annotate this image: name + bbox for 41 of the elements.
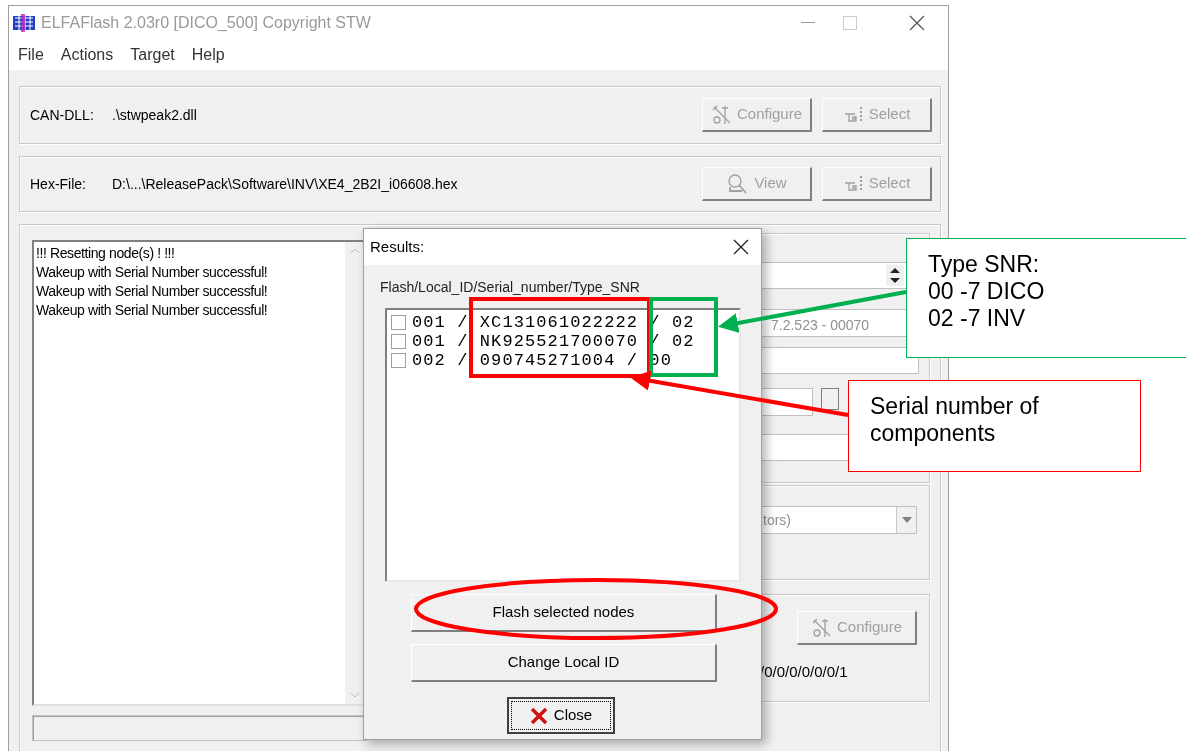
pointing-hand-icon bbox=[842, 105, 865, 124]
log-line: Wakeup with Serial Number successful! bbox=[36, 263, 269, 282]
version-text: 7.2.523 - 00070 bbox=[771, 315, 870, 335]
minimize-icon[interactable] bbox=[801, 22, 815, 25]
dialog-button[interactable]: Flash selected nodes bbox=[411, 594, 717, 632]
address-text: /0/0/0/0/0/0/1 bbox=[760, 662, 849, 682]
menu-item[interactable]: Help bbox=[191, 43, 225, 68]
list-header: Flash/Local_ID/Serial_number/Type_SNR bbox=[380, 278, 641, 297]
scroll-down-icon[interactable] bbox=[350, 692, 360, 698]
tools-icon bbox=[810, 616, 833, 639]
close-button[interactable]: Close bbox=[507, 697, 615, 734]
window-title: ELFAFlash 2.03r0 [DICO_500] Copyright STW bbox=[41, 13, 371, 34]
log-line: !!! Resetting node(s) ! !!! bbox=[36, 244, 176, 263]
dialog-button[interactable]: Change Local ID bbox=[411, 644, 717, 682]
dropdown-value: tors) bbox=[763, 510, 792, 530]
close-icon[interactable] bbox=[909, 15, 925, 32]
log-line: Wakeup with Serial Number successful! bbox=[36, 282, 269, 301]
dialog-title: Results: bbox=[370, 236, 426, 257]
node-checkbox[interactable] bbox=[391, 334, 406, 349]
node-checkbox[interactable] bbox=[391, 353, 406, 368]
hex-file-label: Hex-File: bbox=[30, 174, 87, 194]
tools-icon bbox=[710, 103, 733, 126]
log-line: Wakeup with Serial Number successful! bbox=[36, 301, 269, 320]
hex-file-path: D:\...\ReleasePack\Software\INV\XE4_2B2I_i06608.hex bbox=[112, 174, 459, 194]
close-x-icon bbox=[529, 706, 548, 725]
can-dll-path: .\stwpeak2.dll bbox=[112, 105, 198, 125]
app-icon bbox=[13, 14, 35, 33]
pointing-hand-icon bbox=[842, 174, 865, 193]
callout-text: Type SNR: 00 -7 DICO 02 -7 INV bbox=[928, 251, 1046, 332]
spin-arrows-icon[interactable] bbox=[886, 265, 904, 286]
menu-item[interactable]: Target bbox=[130, 43, 175, 68]
close-icon[interactable] bbox=[733, 239, 749, 255]
callout-text: Serial number of components bbox=[870, 393, 1040, 447]
maximize-icon[interactable] bbox=[843, 16, 857, 31]
menu-item[interactable]: File bbox=[18, 43, 44, 68]
can-dll-label: CAN-DLL: bbox=[30, 105, 95, 125]
node-checkbox[interactable] bbox=[391, 315, 406, 330]
menu-item[interactable]: Actions bbox=[60, 43, 114, 68]
scroll-up-icon[interactable] bbox=[350, 248, 360, 254]
square-button[interactable] bbox=[821, 388, 839, 410]
scrollbar[interactable] bbox=[345, 242, 365, 704]
